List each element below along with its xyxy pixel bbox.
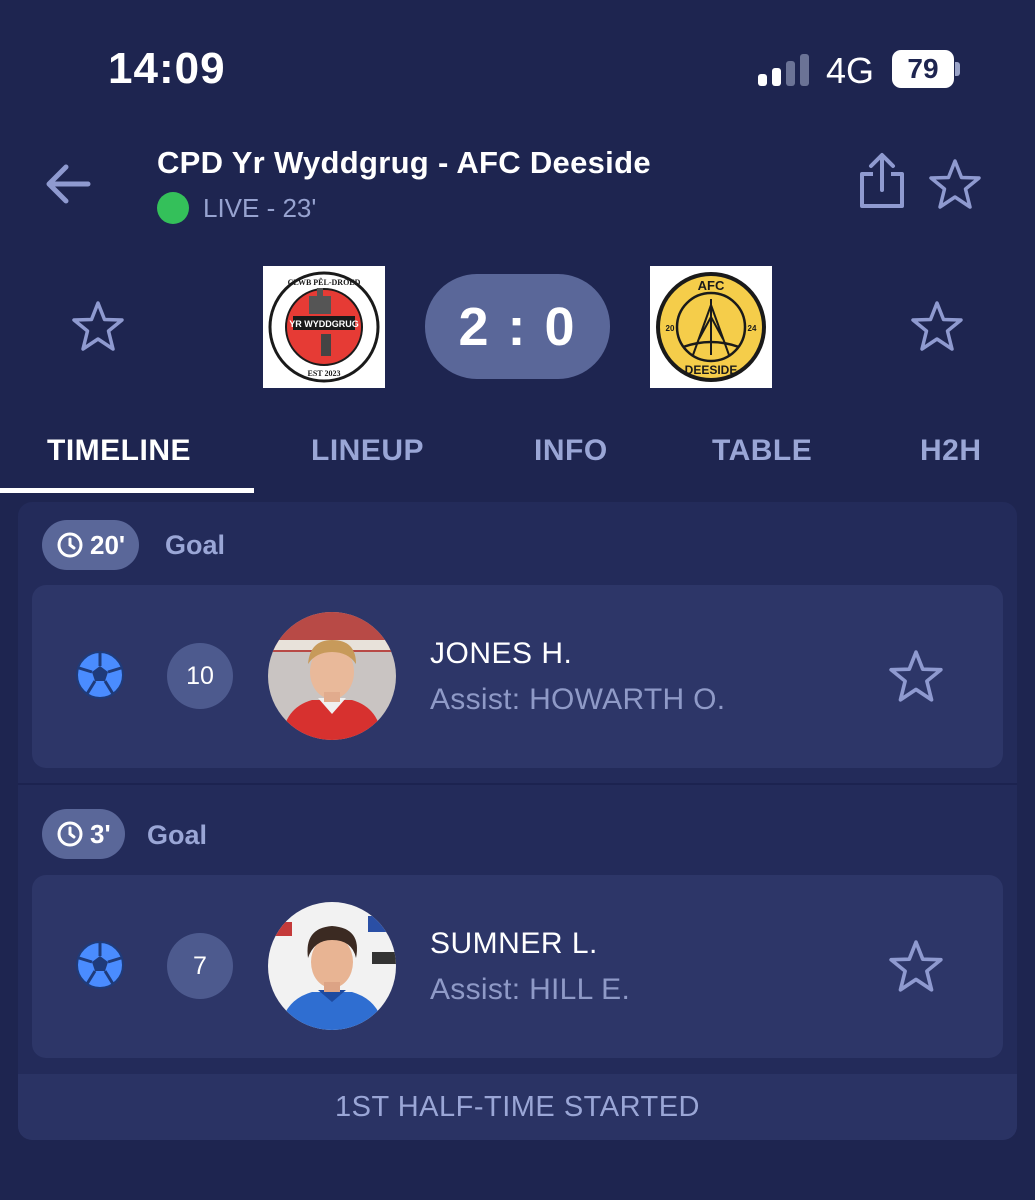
shirt-number: 7 <box>167 933 233 999</box>
event-minute: 3' <box>90 818 111 849</box>
score-display: 2 : 0 <box>425 274 610 379</box>
tab-lineup[interactable]: LINEUP <box>311 434 424 468</box>
player-name: SUMNER L. <box>430 927 598 960</box>
football-icon <box>76 651 124 699</box>
favorite-home-team-star-icon[interactable] <box>71 300 125 354</box>
favorite-match-star-icon[interactable] <box>928 158 982 212</box>
away-crest-logo: AFC 20 24 DEESIDE <box>656 272 766 382</box>
battery-level: 79 <box>892 50 954 88</box>
timeline-list: 20' Goal 10 JONES H. Assist: HOWARTH O. <box>18 502 1017 1140</box>
share-icon[interactable] <box>856 152 908 210</box>
active-tab-indicator <box>0 488 254 493</box>
tab-h2h[interactable]: H2H <box>920 434 982 468</box>
away-crest-name: DEESIDE <box>685 363 738 377</box>
tab-table[interactable]: TABLE <box>712 434 812 468</box>
event-type: Goal <box>165 530 226 560</box>
event-minute: 20' <box>90 529 126 560</box>
half-time-marker: 1ST HALF-TIME STARTED <box>18 1074 1017 1140</box>
goal-event-card[interactable]: 10 JONES H. Assist: HOWARTH O. <box>32 585 1003 768</box>
football-icon <box>76 941 124 989</box>
tab-bar: TIMELINE LINEUP INFO TABLE H2H <box>0 420 1035 494</box>
away-crest-year-left: 20 <box>666 324 675 333</box>
assist-text: Assist: HILL E. <box>430 973 631 1006</box>
event-divider <box>18 783 1017 785</box>
back-arrow-icon[interactable] <box>40 156 96 212</box>
away-crest-afc: AFC <box>698 278 725 293</box>
network-label: 4G <box>826 50 875 91</box>
home-crest-logo: YR WYDDGRUG CLWB PÊL-DROED EST 2023 <box>268 271 380 383</box>
status-time: 14:09 <box>108 44 226 93</box>
shirt-number: 10 <box>167 643 233 709</box>
event-time-badge: 3' <box>42 809 125 859</box>
home-team-crest[interactable]: YR WYDDGRUG CLWB PÊL-DROED EST 2023 <box>263 266 385 388</box>
clock-icon <box>57 532 83 558</box>
live-dot-icon <box>157 192 189 224</box>
assist-text: Assist: HOWARTH O. <box>430 683 726 716</box>
match-title: CPD Yr Wyddgrug - AFC Deeside <box>157 145 651 180</box>
player-photo <box>268 612 396 740</box>
clock-icon <box>57 821 83 847</box>
goal-event-card[interactable]: 7 SUMNER L. Assist: HILL E. <box>32 875 1003 1058</box>
favorite-player-star-icon[interactable] <box>888 939 944 995</box>
home-crest-name: YR WYDDGRUG <box>289 319 359 329</box>
home-crest-est: EST 2023 <box>308 369 341 378</box>
away-crest-year-right: 24 <box>748 324 757 333</box>
tab-timeline[interactable]: TIMELINE <box>47 434 191 468</box>
away-team-crest[interactable]: AFC 20 24 DEESIDE <box>650 266 772 388</box>
live-text: LIVE - 23' <box>203 192 317 223</box>
battery-icon: 79 <box>892 50 960 88</box>
favorite-away-team-star-icon[interactable] <box>910 300 964 354</box>
event-time-badge: 20' <box>42 520 140 570</box>
home-crest-top: CLWB PÊL-DROED <box>288 277 361 287</box>
player-photo <box>268 902 396 1030</box>
favorite-player-star-icon[interactable] <box>888 649 944 705</box>
live-status: LIVE - 23' <box>157 192 316 224</box>
signal-icon <box>758 54 810 86</box>
player-name: JONES H. <box>430 637 573 670</box>
event-type: Goal <box>147 820 208 850</box>
tab-info[interactable]: INFO <box>534 434 608 468</box>
